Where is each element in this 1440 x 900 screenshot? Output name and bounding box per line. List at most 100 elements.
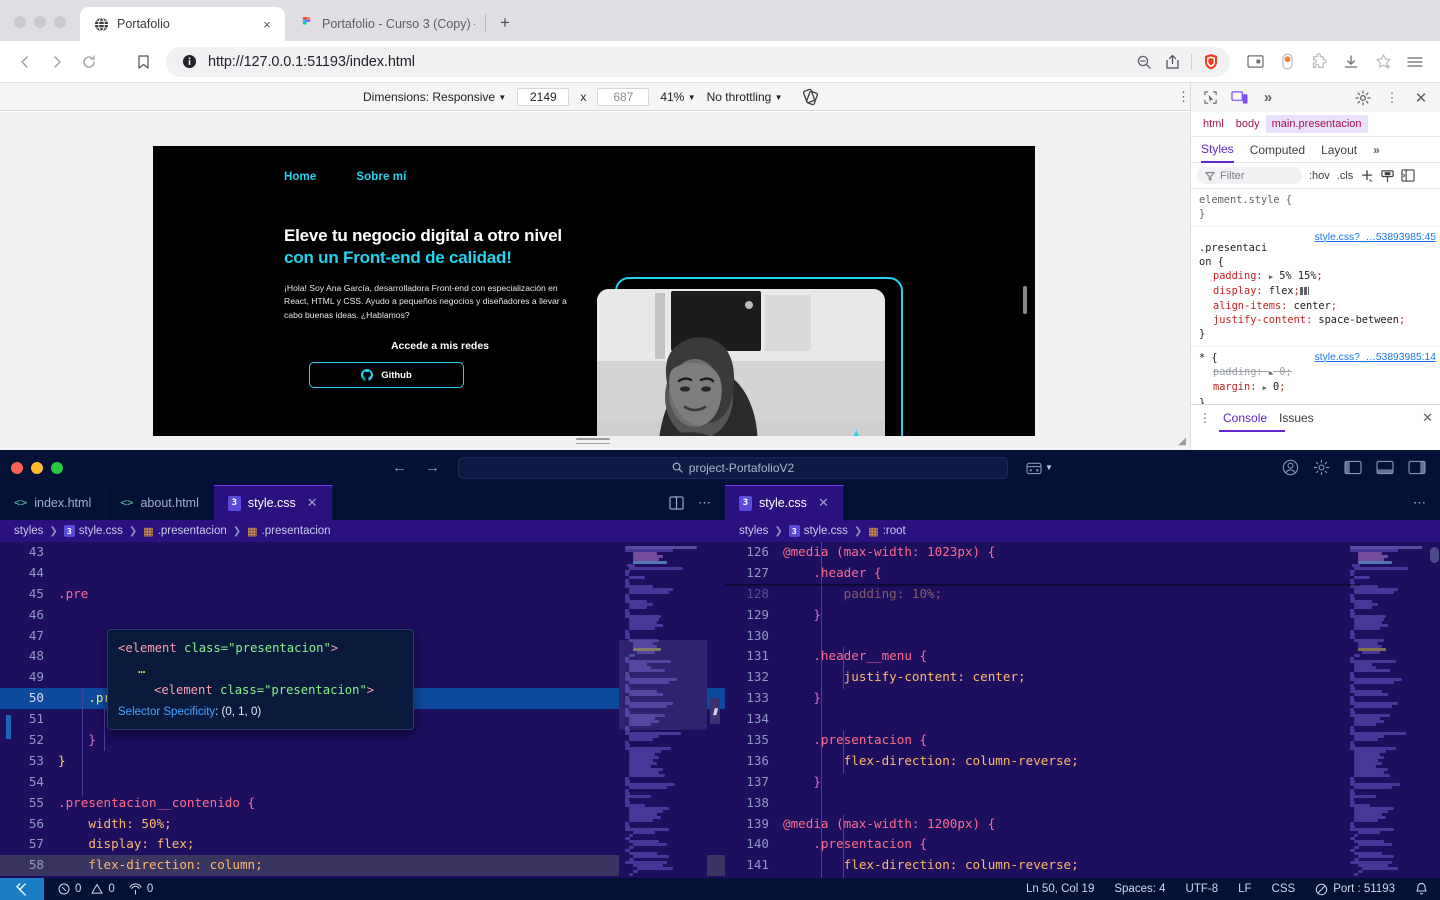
minimize-window-button[interactable] [34,16,46,28]
code-line[interactable]: 130 [725,626,1440,647]
sidebar-icon[interactable] [1240,47,1270,77]
layout-panel-icon[interactable] [1376,460,1394,475]
close-icon[interactable]: ✕ [1422,410,1433,426]
more-panels-icon[interactable]: » [1257,88,1279,108]
close-icon[interactable]: ✕ [1410,88,1432,108]
code-line[interactable]: 134 [725,709,1440,730]
code-line[interactable]: 58 flex-direction: column; [0,855,725,877]
code-line[interactable]: 126 @media (max-width: 1023px) { [725,542,1440,563]
brave-shields-icon[interactable] [1202,53,1220,71]
code-editor-right[interactable]: 126 @media (max-width: 1023px) { 127 .hea… [725,542,1440,880]
reload-button[interactable] [74,47,104,77]
star-icon[interactable] [1368,47,1398,77]
cursor-position[interactable]: Ln 50, Col 19 [1026,883,1094,895]
expand-triangle-icon[interactable]: ▶ [1269,369,1273,377]
code-line[interactable]: 140 .presentacion { [725,834,1440,855]
zoom-out-icon[interactable] [1135,53,1153,71]
minimap-slider[interactable] [619,640,707,730]
ports-indicator[interactable]: 0 [129,883,153,895]
cls-toggle[interactable]: .cls [1337,170,1354,182]
dimensions-dropdown[interactable]: Dimensions: Responsive ▼ [363,90,506,104]
maximize-window-button[interactable] [51,461,63,474]
close-icon[interactable]: × [259,16,275,32]
navigate-forward-button[interactable]: → [425,459,440,476]
back-button[interactable] [10,47,40,77]
expand-triangle-icon[interactable]: ▶ [1269,273,1273,281]
close-icon[interactable]: ✕ [307,495,318,511]
page-nav-sobre-mi[interactable]: Sobre mí [356,171,406,183]
tab-styles[interactable]: Styles [1201,137,1234,163]
downloads-icon[interactable] [1336,47,1366,77]
indentation-setting[interactable]: Spaces: 4 [1114,883,1165,895]
code-line[interactable]: 55 .presentacion__contenido { [0,793,725,814]
editor-splitter-handle[interactable]: ▮ [705,542,725,880]
page-nav-home[interactable]: Home [284,171,316,183]
tabs-overflow-icon[interactable]: » [1373,143,1380,157]
code-line[interactable]: 132 justify-content: center; [725,667,1440,688]
bookmark-icon[interactable] [128,47,158,77]
tab-about-html[interactable]: <> about.html [106,485,214,520]
rotate-icon[interactable] [802,88,820,106]
declaration-display[interactable]: display: flex; [1199,284,1432,298]
command-center-search[interactable]: project-PortafolioV2 [458,456,1008,479]
settings-gear-icon[interactable] [1313,459,1330,476]
browser-tab-figma[interactable]: Portafolio - Curso 3 (Copy) – Figm [285,7,485,41]
github-button[interactable]: Github [309,362,464,389]
toggle-sidebar-icon[interactable] [1401,169,1415,182]
tab-computed[interactable]: Computed [1250,143,1305,157]
close-window-button[interactable] [14,16,26,28]
close-window-button[interactable] [11,461,23,474]
code-line[interactable]: 127 .header { [725,563,1440,584]
site-info-icon[interactable] [180,53,198,71]
problems-indicator[interactable]: 0 0 [58,883,115,895]
extensions-icon[interactable] [1304,47,1334,77]
code-line[interactable]: 135 .presentacion { [725,730,1440,751]
flex-badge-icon[interactable] [1299,287,1309,296]
wallet-icon[interactable] [1272,47,1302,77]
minimize-window-button[interactable] [31,461,43,474]
code-line[interactable]: 133 } [725,688,1440,709]
editor-scrollbar-right[interactable] [1430,547,1439,563]
breadcrumb-main-presentacion[interactable]: main.presentacion [1265,115,1368,133]
device-toggle-icon[interactable] [1228,88,1250,108]
code-line[interactable]: 53} [0,751,725,772]
code-line[interactable]: 46 [0,605,725,626]
forward-button[interactable] [42,47,72,77]
styles-filter-input[interactable]: Filter [1197,167,1302,184]
live-server-port[interactable]: Port : 51193 [1315,883,1395,896]
more-actions-icon[interactable]: ⋯ [1413,495,1426,511]
tab-style-css[interactable]: 3 style.css ✕ [213,485,333,520]
breadcrumb-style-css[interactable]: 3 style.css [788,525,848,537]
viewport-corner-resize[interactable]: ◢ [1178,436,1186,447]
code-line[interactable]: 56 width: 50%; [0,814,725,835]
account-icon[interactable] [1282,459,1299,476]
viewport-resize-handle[interactable] [576,438,610,448]
tab-style-css-right[interactable]: 3 style.css ✕ [725,485,844,520]
more-actions-icon[interactable]: ⋯ [698,495,711,511]
maximize-window-button[interactable] [54,16,66,28]
style-rule-element-style[interactable]: element.style { } [1191,189,1440,227]
layout-controls-icon[interactable]: ▼ [1026,461,1053,475]
code-line[interactable]: 138 [725,793,1440,814]
devtools-kebab-icon[interactable]: ⋮ [1381,88,1403,108]
share-icon[interactable] [1163,53,1181,71]
viewport-height-input[interactable]: 687 [597,87,650,106]
hov-toggle[interactable]: :hov [1309,170,1330,182]
code-line[interactable]: 43 [0,542,725,563]
breadcrumb-rule-1[interactable]: ▦ .presentacion [143,525,226,538]
style-source-link[interactable]: style.css?_…53893985:45 [1315,231,1436,245]
viewport-width-input[interactable]: 2149 [517,87,570,106]
declaration-padding-disabled[interactable]: padding: ▶ 0; [1199,365,1432,380]
settings-gear-icon[interactable] [1352,88,1374,108]
breadcrumb-rule-2[interactable]: ▦ .presentacion [247,525,330,538]
breadcrumb-styles[interactable]: styles [14,525,43,537]
zoom-dropdown[interactable]: 41% ▼ [660,90,695,104]
breadcrumb-root[interactable]: ▦ :root [868,525,905,538]
inspect-icon[interactable] [1199,88,1221,108]
eol-setting[interactable]: LF [1238,883,1251,895]
split-editor-icon[interactable] [669,495,684,510]
tab-index-html[interactable]: <> index.html [0,485,107,520]
code-line[interactable]: 129 } [725,605,1440,626]
code-line[interactable]: 45 .pre [0,584,725,605]
drawer-tab-console[interactable]: Console [1223,411,1267,425]
